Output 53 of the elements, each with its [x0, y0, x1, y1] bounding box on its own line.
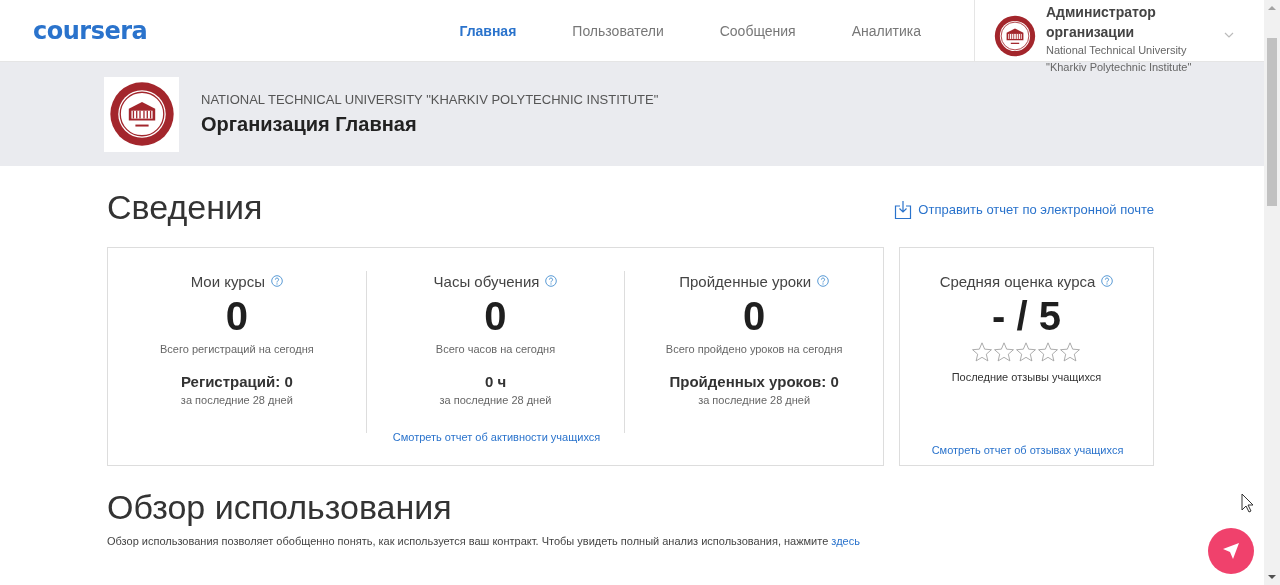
scrollbar[interactable] [1264, 0, 1280, 585]
stat-caption: Всего пройдено уроков на сегодня [665, 343, 843, 355]
profile-role: Администратор организации [1046, 3, 1157, 42]
nav-tab[interactable]: Главная [459, 22, 517, 39]
stat-caption: Всего часов на сегодня [435, 343, 556, 355]
reviews-caption: Последние отзывы учащихся [951, 371, 1102, 383]
stat-title: Часы обучения [433, 272, 540, 290]
rating-title: Средняя оценка курса [939, 272, 1096, 290]
nav-tab[interactable]: Пользователи [572, 22, 664, 39]
stat-title: Мои курсы [190, 272, 265, 290]
help-icon [817, 275, 829, 287]
rating-value: - / 5 [992, 293, 1061, 339]
page-title: Организация Главная [201, 113, 418, 136]
stat-caption: Всего регистраций на сегодня [160, 343, 314, 355]
empty-star-icon [993, 341, 1016, 363]
help-icon [1101, 275, 1114, 287]
help-icon [270, 275, 283, 287]
period-caption: за последние 28 дней [698, 394, 811, 406]
organization-name: NATIONAL TECHNICAL UNIVERSITY "KHARKIV POLYTECHNIC INSTITUTE" [201, 92, 659, 107]
period-value: 0 ч [484, 373, 507, 390]
scrollbar-thumb[interactable] [1267, 38, 1277, 206]
university-seal-icon [994, 15, 1036, 57]
profile-organization: National Technical University "Kharkiv Polytechnic Institute" [1046, 43, 1193, 75]
help-icon [545, 275, 558, 287]
email-report-link[interactable]: Отправить отчет по электронной почте [894, 199, 1154, 220]
feedback-button[interactable] [1208, 528, 1254, 574]
empty-star-icon [971, 341, 994, 363]
stat-value: 0 [225, 293, 248, 339]
send-icon [1221, 541, 1241, 561]
period-caption: за последние 28 дней [180, 394, 293, 406]
nav-tab[interactable]: Сообщения [719, 22, 796, 39]
stat-value: 0 [743, 293, 766, 339]
empty-star-icon [1015, 341, 1038, 363]
empty-star-icon [1037, 341, 1060, 363]
activity-report-link[interactable]: Смотреть отчет об активности учащихся [392, 431, 601, 443]
stat-value: 0 [484, 293, 507, 339]
period-value: Регистраций: 0 [180, 373, 293, 390]
scroll-up-icon[interactable] [1268, 6, 1276, 10]
period-value: Пройденных уроков: 0 [669, 373, 839, 390]
section-heading: Сведения [107, 188, 263, 227]
cursor-icon [1241, 493, 1255, 513]
nav-tab[interactable]: Аналитика [851, 22, 921, 39]
stat-title: Пройденные уроки [679, 272, 811, 290]
period-caption: за последние 28 дней [439, 394, 552, 406]
here-link[interactable]: здесь [831, 535, 860, 547]
coursera-logo[interactable]: coursera [33, 16, 148, 45]
empty-star-icon [1059, 341, 1082, 363]
section-heading: Обзор использования [107, 488, 453, 527]
scroll-down-icon[interactable] [1268, 575, 1276, 579]
download-icon [894, 199, 913, 220]
usage-description: Обзор использования позволяет обобщенно понять, как используется ваш контракт. Чтобы увидеть полный анализ использования, нажмите здесь [107, 535, 861, 547]
chevron-down-icon [1224, 32, 1234, 38]
reviews-report-link[interactable]: Смотреть отчет об отзывах учащихся [931, 444, 1124, 456]
